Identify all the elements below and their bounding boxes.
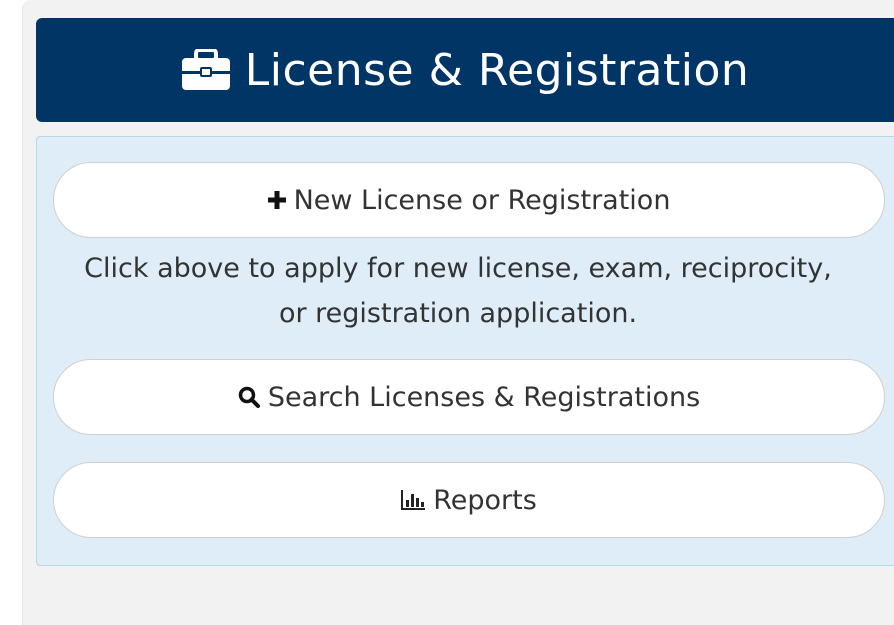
search-icon — [238, 386, 260, 408]
help-text-line-2: or registration application. — [278, 298, 638, 329]
search-licenses-button[interactable]: Search Licenses & Registrations — [53, 359, 885, 435]
plus-icon — [267, 191, 286, 209]
actions-panel: New License or Registration Click above … — [36, 136, 894, 566]
search-licenses-label: Search Licenses & Registrations — [267, 381, 701, 413]
new-license-button[interactable]: New License or Registration — [53, 162, 885, 238]
new-license-label: New License or Registration — [293, 184, 671, 216]
bar-chart-icon — [401, 490, 426, 510]
panel-header: License & Registration — [36, 18, 894, 122]
reports-button[interactable]: Reports — [53, 462, 885, 538]
page-title: License & Registration — [244, 44, 750, 96]
briefcase-icon — [181, 49, 231, 91]
reports-label: Reports — [433, 484, 537, 516]
